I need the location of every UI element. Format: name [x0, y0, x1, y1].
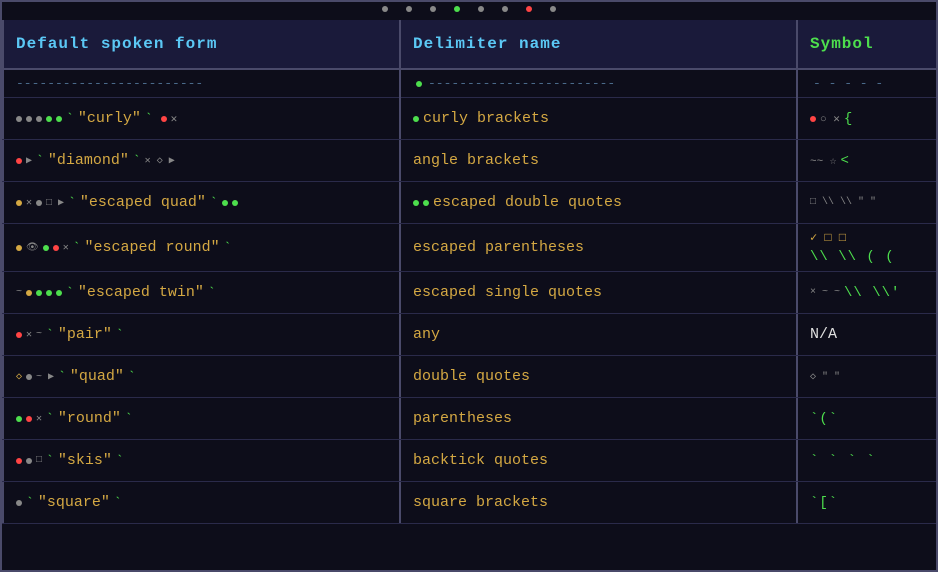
cell-default-curly: ` "curly" ` ✕ [4, 104, 399, 133]
cell-symbol-curly: ○ ✕ { [798, 105, 936, 133]
cell-delimiter-quad: double quotes [401, 362, 796, 391]
table-row: ▶ ` "diamond" ` ✕ ◇ ▶ angle brackets ~~ … [2, 140, 936, 182]
cell-default-diamond: ▶ ` "diamond" ` ✕ ◇ ▶ [4, 146, 399, 175]
table-row: 👁 ✕ ` "escaped round" ` escaped parenthe… [2, 224, 936, 272]
cell-default-pair: ✕ ~ ` "pair" ` [4, 320, 399, 349]
window-dot-7 [526, 6, 532, 12]
cell-delimiter-square: square brackets [401, 488, 796, 517]
table-row: ` "curly" ` ✕ curly brackets ○ ✕ { [2, 98, 936, 140]
cell-delimiter-skis: backtick quotes [401, 446, 796, 475]
cell-symbol-round: `(` [798, 405, 936, 433]
window-dot-8 [550, 6, 556, 12]
cell-default-square: ` "square" ` [4, 488, 399, 517]
cell-symbol-escaped-quad: □ \\ \\ " " [798, 191, 936, 214]
window-dot-1 [382, 6, 388, 12]
window-dot-3 [430, 6, 436, 12]
cell-symbol-escaped-twin: × ~ ~ \\ \\' [798, 279, 936, 307]
sep-dashes-3: - - - - - [798, 76, 936, 91]
window-dot-4 [454, 6, 460, 12]
table-row: ✕ ` "round" ` parentheses `(` [2, 398, 936, 440]
cell-default-quad: ◇ ~ ▶ ` "quad" ` [4, 362, 399, 391]
header-default: Default spoken form [4, 29, 399, 59]
cell-symbol-skis: ` ` ` ` [798, 447, 936, 475]
cell-symbol-square: `[` [798, 489, 936, 517]
cell-delimiter-escaped-quad: escaped double quotes [401, 188, 796, 217]
window-dot-5 [478, 6, 484, 12]
table-row: ◇ ~ ▶ ` "quad" ` double quotes ◇ " " [2, 356, 936, 398]
cell-symbol-pair: N/A [798, 320, 936, 349]
cell-symbol-escaped-round: ✓ □ □ \\ \\ ( ( [798, 224, 936, 271]
cell-delimiter-pair: any [401, 320, 796, 349]
main-table: Default spoken form Delimiter name Symbo… [0, 0, 938, 572]
cell-default-escaped-twin: ~ ` "escaped twin" ` [4, 278, 399, 307]
table-row: ✕ □ ▶ ` "escaped quad" ` escaped double … [2, 182, 936, 224]
cell-delimiter-escaped-round: escaped parentheses [401, 233, 796, 262]
window-dot-2 [406, 6, 412, 12]
table-row: ~ ` "escaped twin" ` escaped single quot… [2, 272, 936, 314]
separator-row: ------------------------ ---------------… [2, 70, 936, 98]
sep-dashes-1: ------------------------ [4, 76, 399, 91]
sep-dashes-2: ------------------------ [401, 76, 796, 91]
cell-default-escaped-round: 👁 ✕ ` "escaped round" ` [4, 233, 399, 262]
cell-default-skis: □ ` "skis" ` [4, 446, 399, 475]
header-symbol: Symbol [798, 29, 936, 59]
table-row: ` "square" ` square brackets `[` [2, 482, 936, 524]
table-row: □ ` "skis" ` backtick quotes ` ` ` ` [2, 440, 936, 482]
cell-delimiter-diamond: angle brackets [401, 146, 796, 175]
window-dot-6 [502, 6, 508, 12]
cell-delimiter-round: parentheses [401, 404, 796, 433]
cell-symbol-diamond: ~~ ☆ < [798, 147, 936, 175]
cell-default-round: ✕ ` "round" ` [4, 404, 399, 433]
table-row: ✕ ~ ` "pair" ` any N/A [2, 314, 936, 356]
table-header: Default spoken form Delimiter name Symbo… [2, 20, 936, 70]
cell-default-escaped-quad: ✕ □ ▶ ` "escaped quad" ` [4, 188, 399, 217]
cell-delimiter-escaped-twin: escaped single quotes [401, 278, 796, 307]
cell-delimiter-curly: curly brackets [401, 104, 796, 133]
header-delimiter: Delimiter name [401, 29, 796, 59]
cell-symbol-quad: ◇ " " [798, 365, 936, 389]
